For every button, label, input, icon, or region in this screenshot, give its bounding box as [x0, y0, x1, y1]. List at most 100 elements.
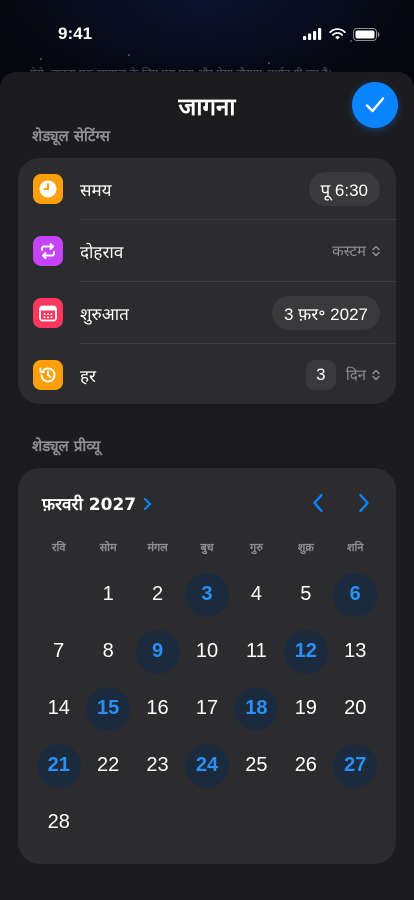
battery-icon [353, 27, 380, 41]
calendar-day-number: 15 [86, 686, 131, 731]
wake-schedule-sheet: जागना शेड्यूल सेटिंग्स समय पू 6:30 दोहरा… [0, 72, 414, 900]
calendar-week-row: 1 234 56 [34, 566, 380, 623]
month-picker-button[interactable]: फ़रवरी 2027 [42, 492, 152, 515]
chevron-up-down-icon [372, 369, 380, 381]
calendar-day-number: 8 [102, 640, 114, 662]
calendar-day-number: 21 [36, 743, 81, 788]
calendar-icon [33, 298, 63, 328]
calendar-day[interactable]: 13 [331, 623, 380, 680]
calendar-day-number: 23 [146, 754, 169, 776]
calendar-day[interactable]: 20 [331, 680, 380, 737]
chevron-right-icon [144, 497, 152, 510]
calendar-day-number: 6 [333, 572, 378, 617]
calendar-day-empty [331, 794, 380, 851]
calendar-day-scheduled[interactable]: 18 [232, 680, 281, 737]
weekday-label: शुक्र [297, 541, 314, 554]
calendar-day[interactable]: 14 [34, 680, 83, 737]
calendar-day-number: 20 [344, 697, 367, 719]
start-date-button[interactable]: 3 फ़र॰ 2027 [271, 296, 380, 330]
settings-row-start[interactable]: शुरुआत 3 फ़र॰ 2027 [18, 282, 396, 344]
settings-row-time[interactable]: समय पू 6:30 [18, 158, 396, 220]
month-navigation [300, 488, 382, 518]
calendar-day-scheduled[interactable]: 15 [83, 680, 132, 737]
calendar-day-number: 14 [47, 697, 70, 719]
weekday-header: रवि सोम मंगल बुध गुरु शुक्र शनि [34, 540, 380, 555]
calendar-day-empty [133, 794, 182, 851]
done-button[interactable] [352, 82, 398, 128]
calendar-day-number: 7 [53, 640, 65, 662]
calendar-day[interactable]: 22 [83, 737, 132, 794]
weekday-label: रवि [51, 541, 66, 554]
schedule-settings-card: समय पू 6:30 दोहराव कस्टम शुरुआत 3 फ़र॰ 2… [18, 158, 396, 404]
calendar-day-scheduled[interactable]: 12 [281, 623, 330, 680]
calendar-week-row: 21 22 23 24 25 26 27 [34, 737, 380, 794]
previous-month-button[interactable] [300, 488, 336, 518]
calendar-preview-card: फ़रवरी 2027 रवि सोम मंगल बुध गुरु शुक्र शनि 12… [18, 468, 396, 864]
weekday-label: सोम [99, 541, 117, 554]
calendar-day[interactable]: 5 [281, 566, 330, 623]
calendar-day-number [284, 801, 328, 845]
settings-row-interval[interactable]: हर 3 दिन [18, 344, 396, 404]
interval-unit-menu[interactable]: दिन [346, 365, 380, 385]
star-dot [268, 62, 270, 64]
interval-controls: 3 दिन [305, 360, 380, 390]
repeat-value: कस्टम [332, 242, 366, 260]
interval-count-field[interactable]: 3 [305, 360, 336, 390]
status-bar: 9:41 [0, 0, 414, 54]
calendar-day[interactable]: 7 [34, 623, 83, 680]
calendar-day-number: 16 [146, 697, 169, 719]
calendar-week-row: 28 [34, 794, 380, 851]
calendar-day-number [136, 801, 180, 845]
calendar-day[interactable]: 17 [182, 680, 231, 737]
calendar-day-scheduled[interactable]: 27 [331, 737, 380, 794]
checkmark-icon [365, 97, 385, 113]
schedule-preview-title: शेड्यूल प्रीव्यू [32, 437, 101, 455]
status-time: 9:41 [58, 24, 93, 43]
wifi-icon [329, 28, 346, 40]
calendar-day[interactable]: 16 [133, 680, 182, 737]
repeat-icon [33, 236, 63, 266]
calendar-day-number: 9 [135, 629, 180, 674]
calendar-day-number: 4 [250, 583, 262, 605]
calendar-day-number: 17 [195, 697, 219, 719]
calendar-week-row: 14 15 16 17 18 19 20 [34, 680, 380, 737]
calendar-day-scheduled[interactable]: 24 [182, 737, 231, 794]
calendar-day[interactable]: 10 [182, 623, 231, 680]
weekday-label: मंगल [147, 541, 168, 554]
weekday-label: शनि [347, 541, 364, 554]
calendar-day-number: 19 [294, 697, 317, 719]
clock-icon [33, 174, 63, 204]
star-dot [128, 54, 130, 56]
calendar-day-number: 11 [246, 640, 267, 662]
cellular-signal-icon [303, 28, 322, 40]
calendar-day-empty [83, 794, 132, 851]
weekday-label: गुरु [250, 541, 263, 554]
calendar-day[interactable]: 25 [232, 737, 281, 794]
repeat-menu[interactable]: कस्टम [332, 241, 380, 261]
calendar-day-number: 3 [184, 572, 229, 617]
calendar-day-scheduled[interactable]: 21 [34, 737, 83, 794]
calendar-day-number: 28 [47, 811, 70, 833]
next-month-button[interactable] [346, 488, 382, 518]
calendar-day[interactable]: 26 [281, 737, 330, 794]
calendar-day-number: 1 [102, 583, 114, 605]
chevron-right-icon [359, 493, 369, 513]
calendar-day[interactable]: 11 [232, 623, 281, 680]
calendar-day-scheduled[interactable]: 3 [182, 566, 231, 623]
calendar-day[interactable]: 8 [83, 623, 132, 680]
calendar-day[interactable]: 28 [34, 794, 83, 851]
calendar-day[interactable]: 19 [281, 680, 330, 737]
calendar-day[interactable]: 1 [83, 566, 132, 623]
calendar-day-number: 18 [234, 686, 279, 731]
calendar-day-number [37, 573, 81, 617]
interval-label: हर [80, 366, 96, 387]
calendar-day-scheduled[interactable]: 6 [331, 566, 380, 623]
time-value-button[interactable]: पू 6:30 [308, 172, 380, 206]
calendar-day[interactable]: 2 [133, 566, 182, 623]
calendar-day-scheduled[interactable]: 9 [133, 623, 182, 680]
calendar-day[interactable]: 4 [232, 566, 281, 623]
calendar-day-number [86, 801, 130, 845]
calendar-month-label: फ़रवरी 2027 [42, 495, 137, 515]
settings-row-repeat[interactable]: दोहराव कस्टम [18, 220, 396, 282]
calendar-day[interactable]: 23 [133, 737, 182, 794]
